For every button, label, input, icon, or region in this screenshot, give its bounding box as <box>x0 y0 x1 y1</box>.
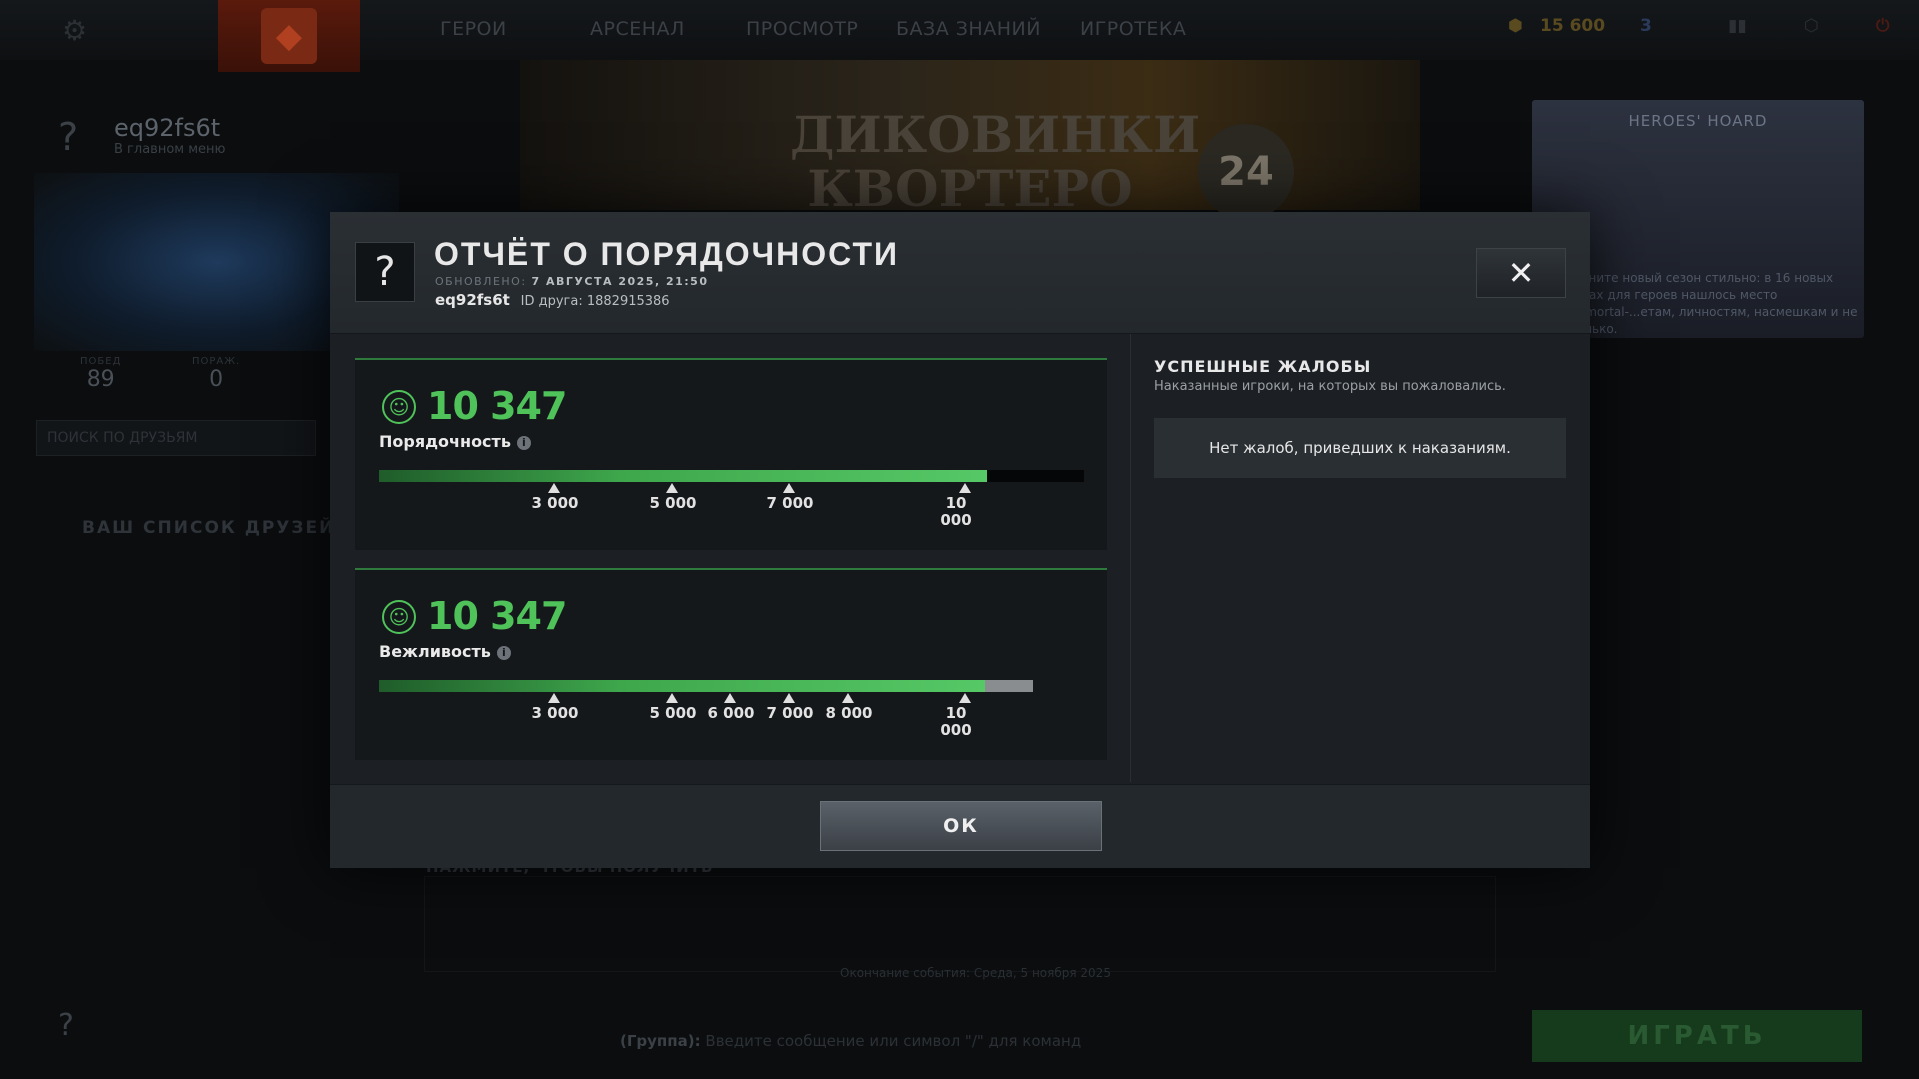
user-info: eq92fs6t ID друга: 1882915386 <box>435 291 670 309</box>
tick-label: 3 000 <box>531 704 579 722</box>
tick-label: 10 000 <box>940 704 972 739</box>
section-divider <box>1130 334 1131 782</box>
stat-wins: ПОБЕД 89 <box>80 356 121 392</box>
dialog-footer: ОК <box>330 784 1590 868</box>
chat-channel-label: (Группа): <box>620 1032 701 1050</box>
politeness-label-row: Вежливость i <box>379 642 511 661</box>
tick-label: 10 000 <box>940 494 972 529</box>
party-avatar-placeholder[interactable]: ? <box>58 1008 74 1043</box>
profile-avatar-placeholder[interactable]: ? <box>58 115 78 159</box>
username: eq92fs6t <box>435 291 510 309</box>
nav-heroes[interactable]: ГЕРОИ <box>440 18 507 40</box>
stat-losses: ПОРАЖ. 0 <box>192 356 240 392</box>
nav-watch[interactable]: ПРОСМОТР <box>746 18 858 40</box>
inventory-icon[interactable]: ▮▮ <box>1728 16 1747 36</box>
conduct-score: 10 347 <box>427 384 567 428</box>
smiley-icon: ☺ <box>382 600 416 634</box>
conduct-label: Порядочность <box>379 432 511 451</box>
hoard-title: HEROES' HOARD <box>1628 112 1768 130</box>
hoard-description: ...чните новый сезон стильно: в 16 новых… <box>1570 271 1858 336</box>
complaints-subtitle: Наказанные игроки, на которых вы пожалов… <box>1154 379 1506 394</box>
avatar-placeholder-icon: ? <box>355 242 415 302</box>
info-icon[interactable]: i <box>516 436 531 450</box>
settings-gear-icon[interactable]: ⚙ <box>62 14 87 47</box>
updated-timestamp: ОБНОВЛЕНО: 7 АВГУСТА 2025, 21:50 <box>435 275 708 288</box>
politeness-label: Вежливость <box>379 642 491 661</box>
updated-value: 7 АВГУСТА 2025, 21:50 <box>531 275 709 288</box>
close-button[interactable]: ✕ <box>1476 248 1566 298</box>
currency-amount: 15 600 <box>1540 16 1606 36</box>
conduct-progress-fill <box>379 470 988 482</box>
plus-hex-icon[interactable]: ⬡ <box>1804 16 1819 36</box>
shards-icon: ⬢ <box>1508 16 1523 36</box>
banner-level-badge: 24 <box>1198 124 1294 220</box>
nav-arcade[interactable]: ИГРОТЕКА <box>1080 18 1186 40</box>
claim-reward-area <box>424 876 1496 972</box>
complaints-empty-message: Нет жалоб, приведших к наказаниям. <box>1154 418 1566 478</box>
banner-title: ДИКОВИНКИ КВОРТЕРО <box>790 105 1201 218</box>
tick-label: 5 000 <box>649 494 697 512</box>
stat-label: ПОБЕД <box>80 356 122 367</box>
stat-value: 0 <box>209 367 224 392</box>
conduct-report-dialog: ? ОТЧЁТ О ПОРЯДОЧНОСТИ ОБНОВЛЕНО: 7 АВГУ… <box>330 212 1590 868</box>
dota-logo-icon: ◆ <box>261 8 317 64</box>
updated-label: ОБНОВЛЕНО: <box>435 275 527 288</box>
tick-label: 3 000 <box>531 494 579 512</box>
power-icon[interactable]: ⏻ <box>1876 16 1889 36</box>
stat-label: ПОРАЖ. <box>192 356 241 367</box>
nav-arsenal[interactable]: АРСЕНАЛ <box>590 18 685 40</box>
politeness-progress-fill <box>379 680 985 692</box>
event-end-text: Окончание события: Среда, 5 ноября 2025 <box>840 966 1111 980</box>
top-navigation-bar: ⚙ ◆ ГЕРОИ АРСЕНАЛ ПРОСМОТР БАЗА ЗНАНИЙ И… <box>0 0 1919 72</box>
smiley-icon: ☺ <box>382 390 416 424</box>
friend-id: ID друга: 1882915386 <box>520 294 670 309</box>
politeness-score: 10 347 <box>427 594 567 638</box>
politeness-progress-bar <box>379 680 1033 692</box>
friend-search-input[interactable]: ПОИСК ПО ДРУЗЬЯМ <box>36 420 316 456</box>
conduct-progress-bar <box>379 470 1084 482</box>
profile-name: eq92fs6t <box>114 114 221 142</box>
nav-knowledge-base[interactable]: БАЗА ЗНАНИЙ <box>896 18 1041 40</box>
notification-count[interactable]: 3 <box>1640 16 1652 36</box>
chat-input[interactable]: (Группа): Введите сообщение или символ "… <box>620 1032 1081 1050</box>
dota-logo[interactable]: ◆ <box>218 0 360 72</box>
ok-button[interactable]: ОК <box>820 801 1102 851</box>
conduct-score-card: ☺ 10 347 Порядочность i 3 000 5 000 7 000… <box>355 358 1107 550</box>
complaints-title: УСПЕШНЫЕ ЖАЛОБЫ <box>1154 357 1372 376</box>
conduct-label-row: Порядочность i <box>379 432 531 451</box>
tick-label: 7 000 <box>766 494 814 512</box>
dialog-title: ОТЧЁТ О ПОРЯДОЧНОСТИ <box>434 236 900 272</box>
dialog-header: ? ОТЧЁТ О ПОРЯДОЧНОСТИ ОБНОВЛЕНО: 7 АВГУ… <box>330 212 1590 334</box>
tick-label: 8 000 <box>825 704 873 722</box>
profile-status: В главном меню <box>114 142 226 157</box>
play-button[interactable]: ИГРАТЬ <box>1532 1010 1862 1062</box>
chat-placeholder: Введите сообщение или символ "/" для ком… <box>705 1032 1082 1050</box>
info-icon[interactable]: i <box>496 646 511 660</box>
stat-value: 89 <box>86 367 115 392</box>
politeness-score-card: ☺ 10 347 Вежливость i 3 000 5 000 6 000 7… <box>355 568 1107 760</box>
